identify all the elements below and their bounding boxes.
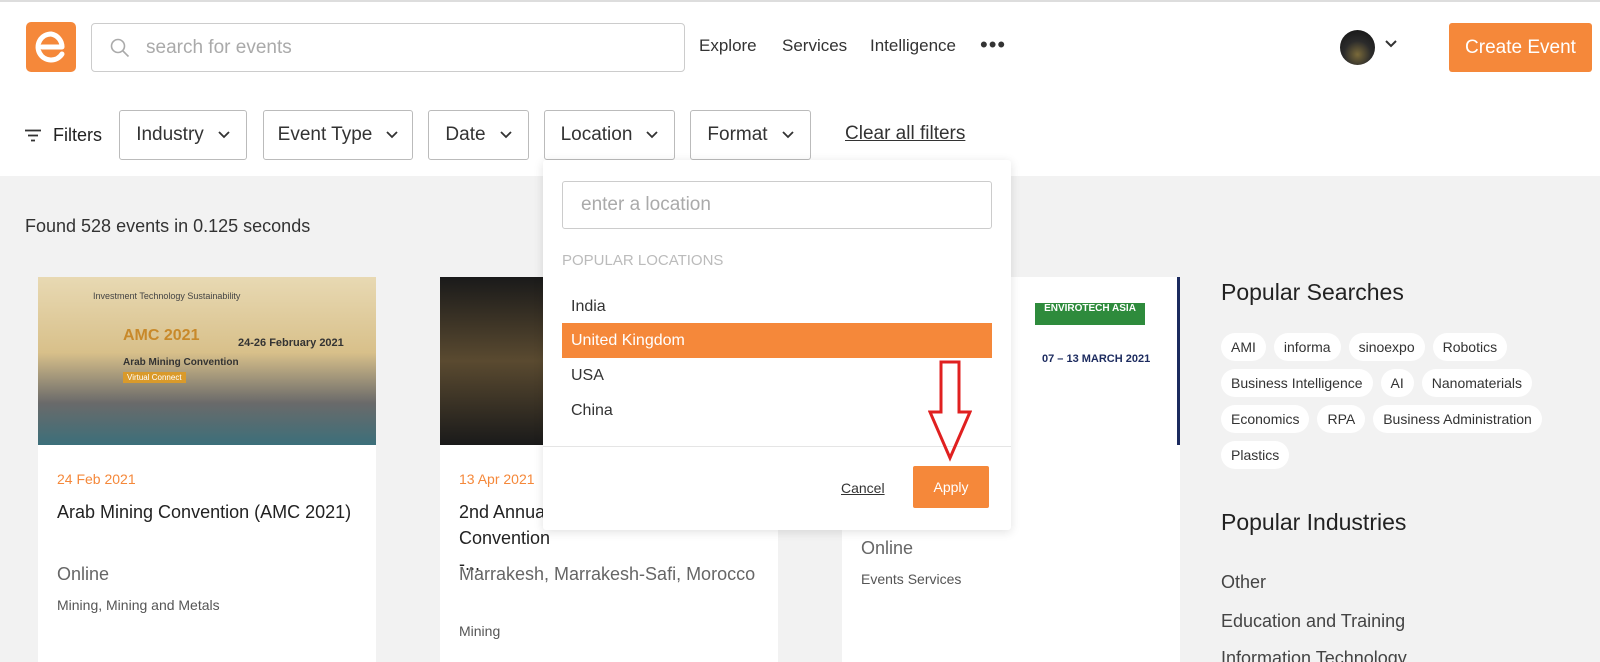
search-tag[interactable]: AMI: [1221, 333, 1266, 361]
filter-event-type-button[interactable]: Event Type: [263, 110, 413, 160]
filter-event-type-label: Event Type: [277, 124, 373, 145]
search-tag[interactable]: Economics: [1221, 405, 1310, 433]
location-input[interactable]: [562, 181, 992, 229]
nav-intelligence[interactable]: Intelligence: [870, 36, 956, 56]
filter-format-label: Format: [707, 124, 768, 145]
chevron-down-icon: [646, 131, 659, 139]
image-event-dates: 24-26 February 2021: [238, 337, 344, 349]
cancel-button[interactable]: Cancel: [841, 480, 885, 496]
image-tagline: Investment Technology Sustainability: [93, 291, 241, 301]
event-card[interactable]: Investment Technology Sustainability AMC…: [38, 277, 376, 662]
industry-link[interactable]: Education and Training: [1221, 611, 1405, 632]
filter-format-button[interactable]: Format: [690, 110, 811, 160]
location-option[interactable]: India: [562, 289, 992, 324]
search-bar[interactable]: [91, 23, 685, 72]
filter-industry-button[interactable]: Industry: [119, 110, 247, 160]
location-dropdown: POPULAR LOCATIONS India United Kingdom U…: [543, 160, 1011, 530]
create-event-button[interactable]: Create Event: [1449, 23, 1592, 72]
search-tag[interactable]: RPA: [1317, 405, 1366, 433]
filters-toggle[interactable]: Filters: [25, 125, 102, 146]
filter-industry-label: Industry: [136, 124, 204, 145]
results-count: Found 528 events in 0.125 seconds: [25, 216, 311, 236]
filter-location-button[interactable]: Location: [544, 110, 675, 160]
filter-icon: [25, 129, 41, 142]
nav-services[interactable]: Services: [782, 36, 847, 56]
apply-button[interactable]: Apply: [913, 466, 989, 508]
filter-date-label: Date: [445, 124, 486, 145]
event-location: Online: [861, 538, 914, 558]
popular-search-tags: AMI informa sinoexpo Robotics Business I…: [1221, 333, 1561, 469]
search-tag[interactable]: Business Administration: [1373, 405, 1542, 433]
event-date: 24 Feb 2021: [57, 471, 136, 487]
avatar[interactable]: [1340, 30, 1375, 65]
search-icon: [110, 38, 130, 57]
search-tag[interactable]: informa: [1273, 333, 1341, 361]
search-tag[interactable]: Nanomaterials: [1421, 369, 1533, 397]
search-tag[interactable]: Business Intelligence: [1221, 369, 1373, 397]
clear-filters-link[interactable]: Clear all filters: [845, 123, 965, 145]
search-tag[interactable]: sinoexpo: [1348, 333, 1425, 361]
image-event-tag: Virtual Connect: [123, 372, 186, 383]
image-event-dates: 07 – 13 MARCH 2021: [1042, 353, 1151, 365]
filter-date-button[interactable]: Date: [428, 110, 529, 160]
popular-locations-heading: POPULAR LOCATIONS: [562, 252, 724, 269]
event-category: Mining: [459, 623, 501, 639]
event-location: Marrakesh, Marrakesh-Safi, Morocco: [459, 564, 756, 584]
filter-location-label: Location: [560, 124, 633, 145]
event-category: Mining, Mining and Metals: [57, 597, 220, 613]
app-logo[interactable]: [26, 22, 76, 72]
search-tag[interactable]: AI: [1380, 369, 1414, 397]
top-bar: Explore Services Intelligence ••• Create…: [0, 0, 1600, 176]
location-option-selected[interactable]: United Kingdom: [562, 323, 992, 358]
industry-link[interactable]: Information Technology: [1221, 648, 1407, 662]
popular-searches-title: Popular Searches: [1221, 279, 1404, 305]
more-menu-icon[interactable]: •••: [980, 34, 1006, 56]
filters-label: Filters: [53, 125, 102, 145]
chevron-down-icon: [218, 131, 230, 139]
annotation-arrow-icon: [928, 360, 972, 462]
nav-explore[interactable]: Explore: [699, 36, 757, 56]
industry-link[interactable]: Other: [1221, 572, 1266, 593]
popular-industries-title: Popular Industries: [1221, 509, 1407, 535]
search-tag[interactable]: Robotics: [1432, 333, 1508, 361]
event-location: Online: [57, 564, 110, 584]
event-category: Events Services: [861, 571, 962, 587]
image-event-subtitle: Arab Mining Convention: [123, 357, 239, 368]
search-input[interactable]: [146, 36, 646, 59]
chevron-down-icon: [386, 131, 398, 139]
image-brand: ENVIROTECH ASIA: [1035, 303, 1145, 325]
event-date: 13 Apr 2021: [459, 471, 535, 487]
event-title[interactable]: Arab Mining Convention (AMC 2021): [57, 499, 357, 525]
event-image: Investment Technology Sustainability AMC…: [38, 277, 376, 445]
image-event-name: AMC 2021: [123, 327, 200, 344]
search-tag[interactable]: Plastics: [1221, 441, 1290, 469]
chevron-down-icon[interactable]: [1384, 39, 1398, 49]
logo-e-icon: [35, 31, 65, 63]
chevron-down-icon: [781, 131, 794, 139]
chevron-down-icon: [499, 131, 512, 139]
